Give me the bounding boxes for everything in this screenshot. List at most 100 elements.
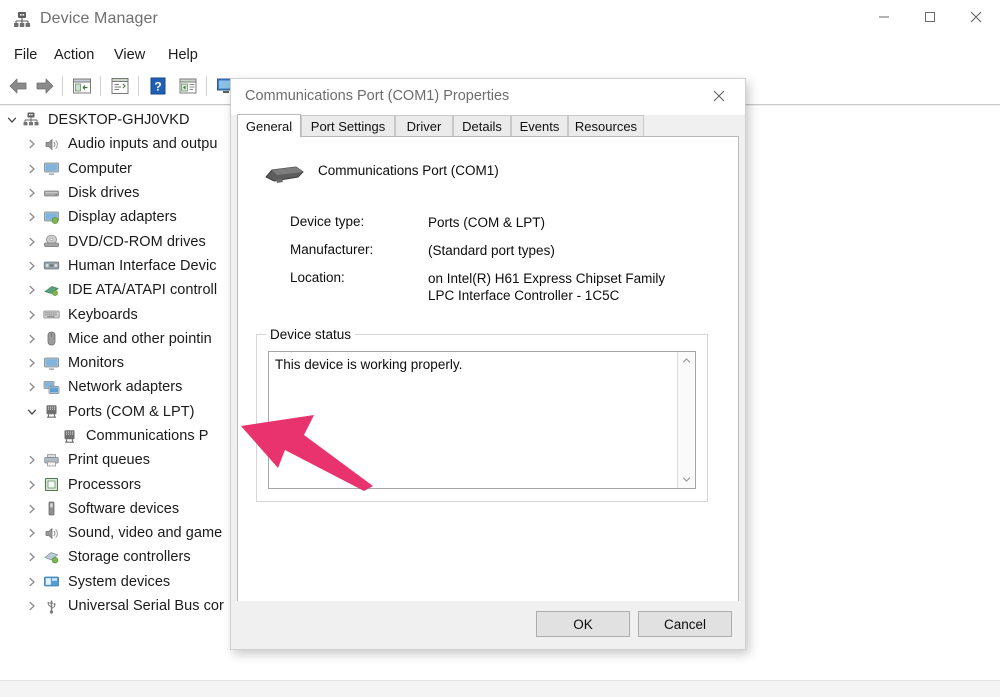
tree-item-label: Disk drives bbox=[68, 185, 139, 201]
toolbar-separator bbox=[100, 76, 101, 96]
device-status-scrollbar[interactable] bbox=[677, 352, 695, 488]
chevron-right-icon[interactable] bbox=[24, 473, 40, 497]
tree-item-software-devices[interactable]: Software devices bbox=[0, 497, 228, 521]
ok-button[interactable]: OK bbox=[536, 611, 630, 637]
tree-item-label: Computer bbox=[68, 161, 132, 177]
chevron-right-icon[interactable] bbox=[24, 278, 40, 302]
chevron-right-icon[interactable] bbox=[24, 132, 40, 156]
tab-resources[interactable]: Resources bbox=[568, 115, 644, 136]
scan-hardware-icon[interactable] bbox=[108, 74, 132, 98]
cancel-button[interactable]: Cancel bbox=[638, 611, 732, 637]
tree-item-label: Communications P bbox=[86, 428, 209, 444]
tree-item-label: Display adapters bbox=[68, 209, 177, 225]
tree-item-hid[interactable]: Human Interface Devic bbox=[0, 254, 228, 278]
menu-view[interactable]: View bbox=[108, 45, 151, 65]
tree-item-label: Print queues bbox=[68, 452, 150, 468]
chevron-right-icon[interactable] bbox=[24, 594, 40, 618]
dialog-title: Communications Port (COM1) Properties bbox=[245, 88, 509, 104]
chevron-right-icon[interactable] bbox=[24, 254, 40, 278]
hid-icon bbox=[40, 255, 62, 277]
chevron-right-icon[interactable] bbox=[24, 497, 40, 521]
tab-events[interactable]: Events bbox=[511, 115, 568, 136]
properties-dialog: Communications Port (COM1) Properties Ge… bbox=[230, 78, 746, 650]
location-value: on Intel(R) H61 Express Chipset Family L… bbox=[428, 270, 693, 304]
tree-item-root[interactable]: DESKTOP-GHJ0VKD bbox=[0, 108, 228, 132]
usb-icon bbox=[40, 595, 62, 617]
dialog-close-button[interactable] bbox=[699, 81, 739, 111]
tree-item-label: Sound, video and game bbox=[68, 525, 222, 541]
tree-item-communications-port[interactable]: Communications P bbox=[0, 424, 228, 448]
maximize-button[interactable] bbox=[907, 0, 953, 34]
tab-details[interactable]: Details bbox=[453, 115, 511, 136]
chevron-right-icon[interactable] bbox=[24, 375, 40, 399]
chevron-right-icon[interactable] bbox=[24, 327, 40, 351]
tab-driver[interactable]: Driver bbox=[395, 115, 453, 136]
scroll-up-icon[interactable] bbox=[678, 352, 695, 369]
chevron-right-icon[interactable] bbox=[24, 303, 40, 327]
tree-item-mice[interactable]: Mice and other pointin bbox=[0, 327, 228, 351]
device-status-text: This device is working properly. bbox=[275, 357, 462, 372]
tree-item-computer[interactable]: Computer bbox=[0, 157, 228, 181]
dialog-tabstrip: General Port Settings Driver Details Eve… bbox=[237, 115, 739, 136]
tree-item-print-queues[interactable]: Print queues bbox=[0, 448, 228, 472]
disk-icon bbox=[40, 182, 62, 204]
tree-item-disk-drives[interactable]: Disk drives bbox=[0, 181, 228, 205]
forward-icon[interactable] bbox=[33, 74, 57, 98]
toolbar-separator bbox=[62, 76, 63, 96]
tree-item-label: Processors bbox=[68, 477, 141, 493]
network-icon bbox=[40, 376, 62, 398]
tree-item-processors[interactable]: Processors bbox=[0, 472, 228, 496]
menu-action[interactable]: Action bbox=[48, 45, 100, 65]
tree-item-ide-controllers[interactable]: IDE ATA/ATAPI controll bbox=[0, 278, 228, 302]
tree-item-usb-controllers[interactable]: Universal Serial Bus cor bbox=[0, 594, 228, 618]
chevron-right-icon[interactable] bbox=[24, 230, 40, 254]
device-status-textbox[interactable]: This device is working properly. bbox=[268, 351, 696, 489]
tab-port-settings[interactable]: Port Settings bbox=[301, 115, 395, 136]
chevron-right-icon[interactable] bbox=[24, 351, 40, 375]
chevron-right-icon[interactable] bbox=[24, 521, 40, 545]
software-device-icon bbox=[40, 498, 62, 520]
device-status-group-title: Device status bbox=[266, 327, 355, 342]
tree-item-label: Network adapters bbox=[68, 379, 182, 395]
chevron-down-icon[interactable] bbox=[4, 108, 20, 132]
tree-item-system-devices[interactable]: System devices bbox=[0, 570, 228, 594]
tree-item-ports[interactable]: Ports (COM & LPT) bbox=[0, 400, 228, 424]
com-port-icon bbox=[262, 159, 308, 191]
scroll-down-icon[interactable] bbox=[678, 471, 695, 488]
properties-icon[interactable] bbox=[70, 74, 94, 98]
tree-item-label: Keyboards bbox=[68, 307, 138, 323]
minimize-button[interactable] bbox=[861, 0, 907, 34]
chevron-right-icon[interactable] bbox=[24, 448, 40, 472]
chevron-right-icon[interactable] bbox=[24, 157, 40, 181]
tree-item-storage-controllers[interactable]: Storage controllers bbox=[0, 545, 228, 569]
chevron-right-icon[interactable] bbox=[24, 545, 40, 569]
tree-item-sound-video-game[interactable]: Sound, video and game bbox=[0, 521, 228, 545]
tree-item-label: System devices bbox=[68, 574, 170, 590]
update-driver-icon[interactable] bbox=[176, 74, 200, 98]
close-button[interactable] bbox=[953, 0, 999, 34]
keyboard-icon bbox=[40, 304, 62, 326]
dialog-tabpage-general: Communications Port (COM1) Device type: … bbox=[237, 136, 739, 636]
tree-item-display-adapters[interactable]: Display adapters bbox=[0, 205, 228, 229]
device-type-label: Device type: bbox=[290, 214, 364, 229]
menu-help[interactable]: Help bbox=[162, 45, 204, 65]
chevron-right-icon[interactable] bbox=[24, 570, 40, 594]
tree-item-dvd-drives[interactable]: DVD/CD-ROM drives bbox=[0, 229, 228, 253]
tree-item-audio[interactable]: Audio inputs and outpu bbox=[0, 132, 228, 156]
device-tree[interactable]: DESKTOP-GHJ0VKD Audio inputs and outpu bbox=[0, 108, 228, 674]
dvd-icon bbox=[40, 231, 62, 253]
tab-general[interactable]: General bbox=[237, 114, 301, 137]
tree-item-label: Mice and other pointin bbox=[68, 331, 212, 347]
svg-text:?: ? bbox=[154, 80, 161, 94]
tree-item-monitors[interactable]: Monitors bbox=[0, 351, 228, 375]
manufacturer-label: Manufacturer: bbox=[290, 242, 373, 257]
tree-item-keyboards[interactable]: Keyboards bbox=[0, 302, 228, 326]
chevron-right-icon[interactable] bbox=[24, 205, 40, 229]
tree-item-network-adapters[interactable]: Network adapters bbox=[0, 375, 228, 399]
speaker-icon bbox=[40, 522, 62, 544]
chevron-down-icon[interactable] bbox=[24, 400, 40, 424]
chevron-right-icon[interactable] bbox=[24, 181, 40, 205]
menu-file[interactable]: File bbox=[8, 45, 43, 65]
back-icon[interactable] bbox=[6, 74, 30, 98]
help-icon[interactable]: ? bbox=[146, 74, 170, 98]
